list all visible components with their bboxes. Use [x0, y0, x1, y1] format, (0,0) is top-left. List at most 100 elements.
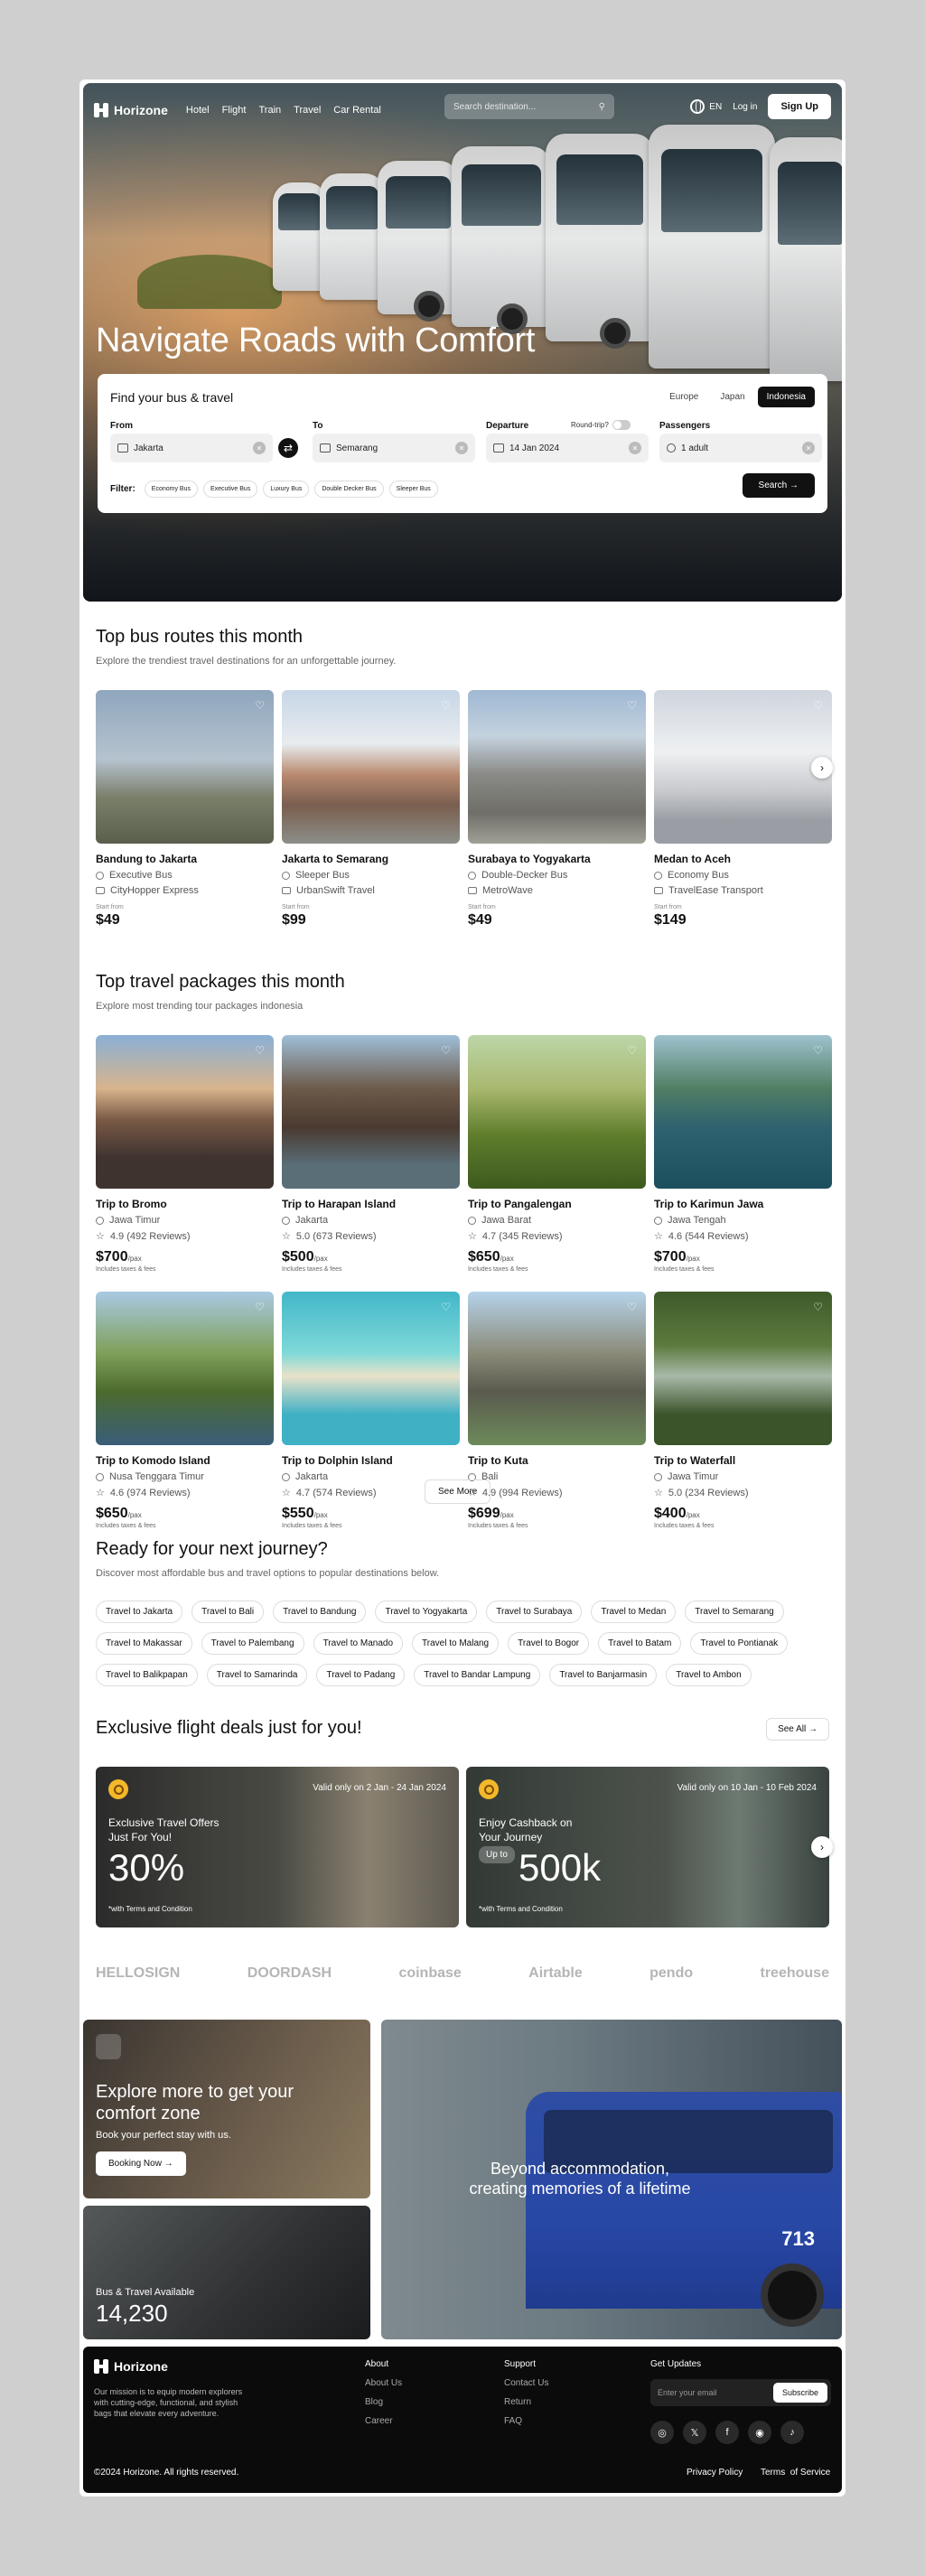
destination-chip[interactable]: Travel to Ambon	[666, 1664, 752, 1686]
package-card[interactable]: ♡ Trip to Waterfall Jawa Timur ☆ 5.0 (234 Re…	[654, 1292, 832, 1529]
heart-icon[interactable]: ♡	[813, 1301, 823, 1313]
route-card[interactable]: ♡ Medan to Aceh Economy Bus TravelEase T…	[654, 690, 832, 929]
booking-now-button[interactable]: Booking Now →	[96, 2151, 186, 2176]
destination-chip[interactable]: Travel to Palembang	[201, 1632, 304, 1655]
tab-indonesia[interactable]: Indonesia	[757, 387, 815, 407]
nav-link-hotel[interactable]: Hotel	[186, 105, 210, 116]
heart-icon[interactable]: ♡	[813, 1044, 823, 1057]
heart-icon[interactable]: ♡	[627, 1301, 637, 1313]
destination-chip[interactable]: Travel to Banjarmasin	[549, 1664, 658, 1686]
destination-chip[interactable]: Travel to Batam	[598, 1632, 682, 1655]
package-card[interactable]: ♡ Trip to Kuta Bali ☆ 4.9 (994 Reviews) $699/…	[468, 1292, 646, 1529]
destination-chip[interactable]: Travel to Semarang	[685, 1601, 784, 1623]
email-input[interactable]: Enter your email Subscribe	[650, 2379, 831, 2406]
heart-icon[interactable]: ♡	[441, 1301, 451, 1313]
clear-icon[interactable]: ✕	[455, 442, 468, 454]
destination-chip[interactable]: Travel to Balikpapan	[96, 1664, 198, 1686]
next-arrow-button[interactable]: ›	[811, 757, 833, 779]
toggle-switch[interactable]	[612, 420, 631, 430]
heart-icon[interactable]: ♡	[441, 1044, 451, 1057]
departure-field[interactable]: 14 Jan 2024 ✕	[486, 434, 649, 462]
passengers-field[interactable]: 1 adult ✕	[659, 434, 822, 462]
destination-chip[interactable]: Travel to Surabaya	[486, 1601, 583, 1623]
route-card[interactable]: ♡ Surabaya to Yogyakarta Double-Decker B…	[468, 690, 646, 929]
destination-chip[interactable]: Travel to Bogor	[508, 1632, 590, 1655]
swap-button[interactable]: ⇄	[278, 438, 298, 458]
route-operator: CityHopper Express	[110, 885, 199, 896]
destination-chip[interactable]: Travel to Samarinda	[206, 1664, 308, 1686]
route-card[interactable]: ♡ Jakarta to Semarang Sleeper Bus UrbanS…	[282, 690, 460, 929]
footer-link-blog[interactable]: Blog	[365, 2397, 402, 2407]
nav-link-car-rental[interactable]: Car Rental	[333, 105, 381, 116]
destination-chip[interactable]: Travel to Bandung	[273, 1601, 367, 1623]
heart-icon[interactable]: ♡	[255, 1044, 265, 1057]
filter-economy[interactable]: Economy Bus	[144, 481, 198, 498]
nav-link-train[interactable]: Train	[258, 105, 281, 116]
route-class: Economy Bus	[668, 870, 729, 881]
nav-link-flight[interactable]: Flight	[222, 105, 247, 116]
filter-luxury[interactable]: Luxury Bus	[263, 481, 310, 498]
facebook-icon[interactable]: f	[715, 2421, 739, 2444]
filter-executive[interactable]: Executive Bus	[202, 481, 258, 498]
deal-card[interactable]: Valid only on 2 Jan - 24 Jan 2024 Exclus…	[96, 1767, 459, 1927]
clear-icon[interactable]: ✕	[802, 442, 815, 454]
destination-chip[interactable]: Travel to Yogyakarta	[375, 1601, 478, 1623]
brand-logo[interactable]: Horizone	[94, 103, 168, 117]
package-card[interactable]: ♡ Trip to Karimun Jawa Jawa Tengah ☆ 4.6 (54…	[654, 1035, 832, 1273]
discord-icon[interactable]: ◉	[748, 2421, 771, 2444]
filter-double-decker[interactable]: Double Decker Bus	[314, 481, 384, 498]
language-selector[interactable]: EN	[690, 99, 722, 114]
privacy-link[interactable]: Privacy Policy	[687, 2468, 743, 2478]
tab-europe[interactable]: Europe	[660, 387, 707, 407]
clear-icon[interactable]: ✕	[629, 442, 641, 454]
see-more-button[interactable]: See More	[425, 1479, 491, 1504]
instagram-icon[interactable]: ◎	[650, 2421, 674, 2444]
footer-link-career[interactable]: Career	[365, 2416, 402, 2426]
package-card[interactable]: ♡ Trip to Pangalengan Jawa Barat ☆ 4.7 (345 …	[468, 1035, 646, 1273]
deal-card[interactable]: Valid only on 10 Jan - 10 Feb 2024 Enjoy…	[466, 1767, 829, 1927]
destination-chip[interactable]: Travel to Padang	[316, 1664, 406, 1686]
nav-link-travel[interactable]: Travel	[294, 105, 321, 116]
login-link[interactable]: Log in	[733, 102, 757, 112]
footer-link-contact[interactable]: Contact Us	[504, 2378, 548, 2388]
terms-link[interactable]: Terms of Service	[761, 2468, 830, 2478]
package-card[interactable]: ♡ Trip to Bromo Jawa Timur ☆ 4.9 (492 Review…	[96, 1035, 274, 1273]
destination-chip[interactable]: Travel to Pontianak	[690, 1632, 789, 1655]
footer-brand[interactable]: Horizone	[94, 2359, 168, 2374]
from-field[interactable]: Jakarta ✕	[110, 434, 273, 462]
heart-icon[interactable]: ♡	[627, 699, 637, 712]
footer-link-faq[interactable]: FAQ	[504, 2416, 548, 2426]
package-card[interactable]: ♡ Trip to Komodo Island Nusa Tenggara Timu…	[96, 1292, 274, 1529]
see-all-button[interactable]: See All →	[766, 1718, 829, 1741]
signup-button[interactable]: Sign Up	[768, 94, 831, 119]
x-icon[interactable]: 𝕏	[683, 2421, 706, 2444]
footer-link-return[interactable]: Return	[504, 2397, 548, 2407]
next-arrow-button[interactable]: ›	[811, 1836, 833, 1858]
roundtrip-toggle[interactable]: Round-trip?	[571, 420, 631, 430]
route-card[interactable]: ♡ Bandung to Jakarta Executive Bus CityH…	[96, 690, 274, 929]
filter-sleeper[interactable]: Sleeper Bus	[388, 481, 438, 498]
destination-chip[interactable]: Travel to Makassar	[96, 1632, 192, 1655]
heart-icon[interactable]: ♡	[441, 699, 451, 712]
package-price: $700	[96, 1249, 128, 1265]
tab-japan[interactable]: Japan	[711, 387, 753, 407]
heart-icon[interactable]: ♡	[255, 1301, 265, 1313]
footer-link-about-us[interactable]: About Us	[365, 2378, 402, 2388]
heart-icon[interactable]: ♡	[627, 1044, 637, 1057]
subscribe-button[interactable]: Subscribe	[772, 2383, 827, 2403]
package-image: ♡	[654, 1035, 832, 1189]
package-card[interactable]: ♡ Trip to Harapan Island Jakarta ☆ 5.0 (673 …	[282, 1035, 460, 1273]
destination-chip[interactable]: Travel to Manado	[313, 1632, 404, 1655]
destination-chip[interactable]: Travel to Medan	[591, 1601, 677, 1623]
clear-icon[interactable]: ✕	[253, 442, 266, 454]
destination-chip[interactable]: Travel to Malang	[412, 1632, 500, 1655]
search-button[interactable]: Search →	[742, 473, 815, 498]
tiktok-icon[interactable]: ♪	[780, 2421, 804, 2444]
destination-chip[interactable]: Travel to Bali	[192, 1601, 265, 1623]
search-input[interactable]: Search destination... ⚲	[444, 94, 614, 119]
heart-icon[interactable]: ♡	[255, 699, 265, 712]
destination-chip[interactable]: Travel to Jakarta	[96, 1601, 183, 1623]
to-field[interactable]: Semarang ✕	[313, 434, 475, 462]
heart-icon[interactable]: ♡	[813, 699, 823, 712]
destination-chip[interactable]: Travel to Bandar Lampung	[414, 1664, 541, 1686]
